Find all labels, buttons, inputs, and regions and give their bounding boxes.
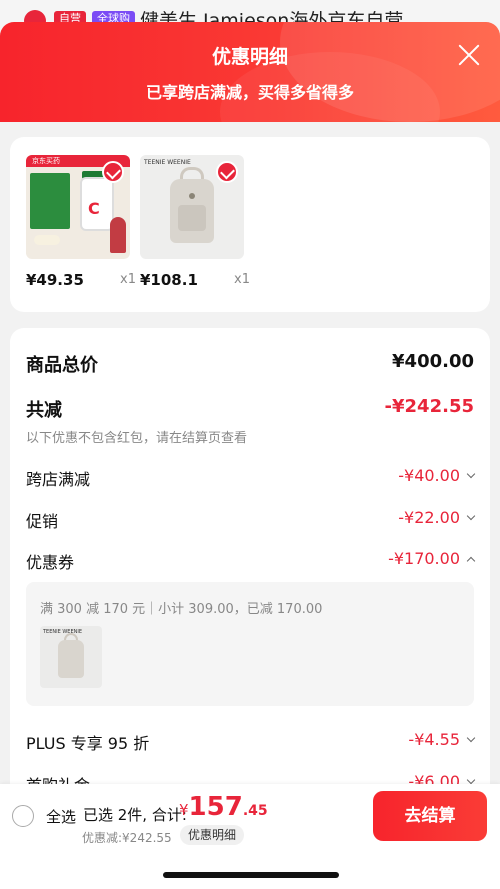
products-card: 京东买药 C ¥49.35 x1 TEENIE WEENIE ¥108.1 x1 (10, 137, 490, 312)
plus-discount-value: -¥4.55 (408, 730, 460, 749)
pills (34, 235, 60, 245)
selected-check-icon[interactable] (102, 161, 124, 183)
product-item[interactable]: TEENIE WEENIE ¥108.1 x1 (140, 155, 250, 289)
discount-label: 跨店满减 (26, 470, 91, 489)
discount-summary-text: 优惠减:¥242.55 (82, 831, 172, 845)
backpack-pocket (178, 205, 206, 231)
product-qty: x1 (120, 272, 136, 287)
discount-value: -¥170.00 (388, 549, 460, 568)
checkout-button[interactable]: 去结算 (373, 791, 487, 841)
sheet-title: 优惠明细 (211, 46, 288, 68)
discount-value: -¥40.00 (398, 466, 460, 485)
discount-label: 优惠券 (26, 553, 75, 572)
brand-logo: TEENIE WEENIE (43, 629, 82, 635)
chevron-down-icon[interactable] (466, 511, 476, 521)
backpack-logo-dot (189, 193, 195, 199)
price-row: ¥108.1 x1 (140, 271, 250, 291)
backpack-body (58, 640, 84, 678)
total-price-value: ¥400.00 (392, 351, 474, 372)
plus-value-wrap: -¥4.55 (408, 730, 476, 749)
close-icon[interactable] (456, 42, 482, 68)
total-amount: ¥157.45 (179, 792, 268, 822)
discount-value-wrap: -¥40.00 (398, 466, 476, 485)
coupon-product-thumb[interactable]: TEENIE WEENIE (40, 626, 102, 688)
checkout-bar: 全选 已选 2件, 合计: ¥157.45 优惠减:¥242.55 优惠明细 去… (0, 784, 500, 889)
plus-discount-label: PLUS 专享 95 折 (26, 734, 150, 753)
total-integer: 157 (188, 792, 243, 822)
chevron-down-icon[interactable] (466, 469, 476, 479)
product-image[interactable]: 京东买药 C (26, 155, 130, 259)
app-root: 自营 全球购 健美生 Jamieson海外京东自营 优惠明细 已享跨店满减，买得… (0, 0, 500, 889)
brand-logo: TEENIE WEENIE (144, 159, 191, 166)
coupon-detail-box: 满 300 减 170 元｜小计 309.00，已减 170.00 TEENIE… (26, 582, 474, 706)
total-currency: ¥ (179, 801, 189, 819)
discount-detail-link[interactable]: 优惠明细 (180, 825, 245, 845)
product-price: ¥49.35 (26, 271, 84, 289)
select-all-label[interactable]: 全选 (46, 806, 76, 827)
chevron-down-icon[interactable] (466, 775, 476, 785)
coupon-description: 满 300 减 170 元｜小计 309.00，已减 170.00 (40, 602, 323, 617)
select-all-radio[interactable] (12, 805, 34, 827)
jd-pharmacy-label: 京东买药 (32, 157, 60, 165)
discount-label: 促销 (26, 512, 59, 531)
discount-detail-sheet: 优惠明细 已享跨店满减，买得多省得多 京东买药 C ¥49.35 x1 TEEN… (0, 22, 500, 889)
total-decimal: .45 (242, 803, 268, 819)
sheet-header: 优惠明细 已享跨店满减，买得多省得多 (0, 22, 500, 122)
vitamin-box (30, 173, 70, 229)
total-reduce-value: -¥242.55 (384, 396, 474, 417)
chevron-up-icon[interactable] (466, 556, 476, 566)
product-image[interactable]: TEENIE WEENIE (140, 155, 244, 259)
discount-value-wrap: -¥22.00 (398, 508, 476, 527)
sheet-subtitle: 已享跨店满减，买得多省得多 (145, 83, 354, 102)
discount-value-wrap: -¥170.00 (388, 549, 476, 568)
product-item[interactable]: 京东买药 C ¥49.35 x1 (26, 155, 136, 289)
price-row: ¥49.35 x1 (26, 271, 136, 291)
vitamin-c-letter: C (88, 199, 100, 218)
home-indicator[interactable] (163, 872, 339, 878)
reduce-note: 以下优惠不包含红包，请在结算页查看 (26, 431, 248, 446)
model-figure (110, 217, 126, 253)
total-price-label: 商品总价 (26, 355, 98, 376)
chevron-down-icon[interactable] (466, 733, 476, 743)
selected-count-text: 已选 2件, 合计: (83, 806, 187, 824)
discount-value: -¥22.00 (398, 508, 460, 527)
product-qty: x1 (234, 272, 250, 287)
total-reduce-label: 共减 (26, 400, 62, 421)
selected-check-icon[interactable] (216, 161, 238, 183)
product-price: ¥108.1 (140, 271, 198, 289)
